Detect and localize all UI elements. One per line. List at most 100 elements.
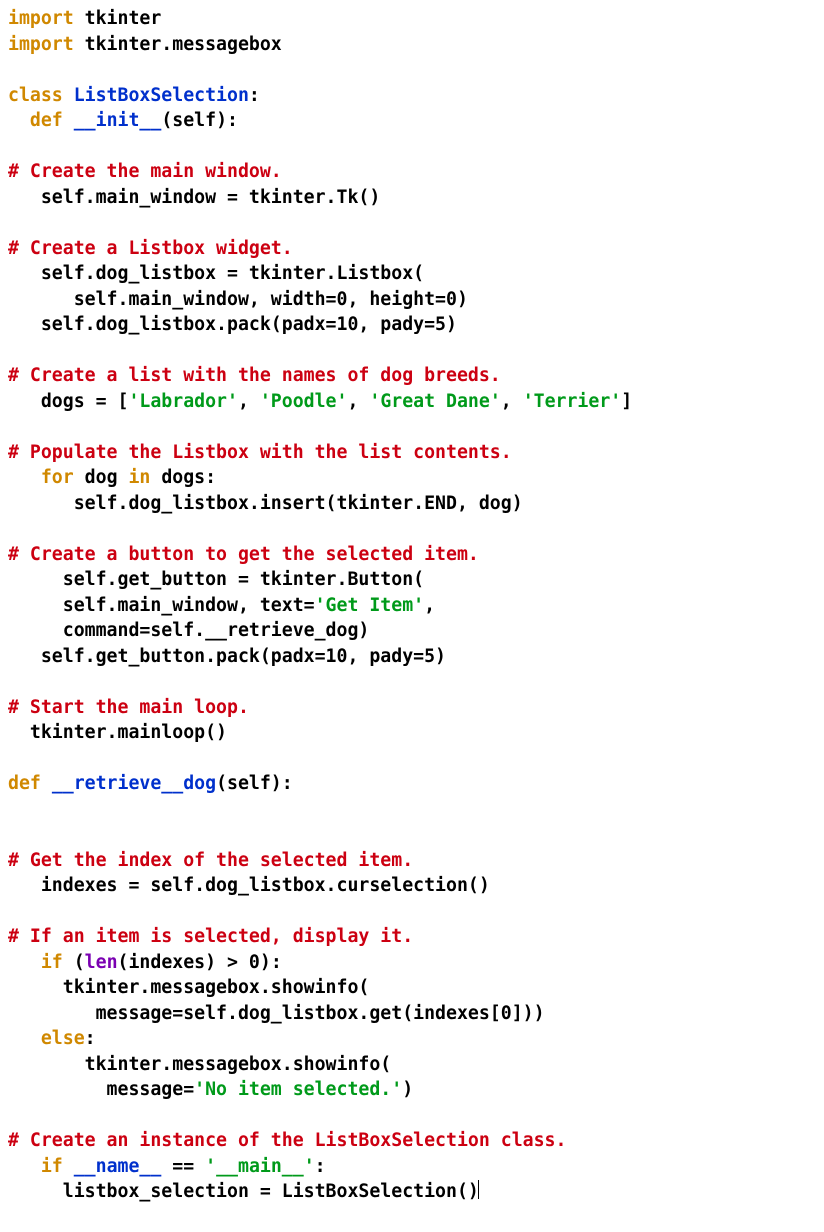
code-token: '__main__' (205, 1156, 315, 1177)
code-token: (indexes) > 0): (118, 952, 282, 973)
code-line: # Create a button to get the selected it… (8, 544, 479, 565)
code-token: 'Labrador' (128, 391, 238, 412)
code-line: # Populate the Listbox with the list con… (8, 442, 512, 463)
code-token: __init__ (74, 110, 162, 131)
code-token (8, 1028, 41, 1049)
code-token: 'Terrier' (523, 391, 622, 412)
code-token: : (249, 85, 260, 106)
code-token: : (315, 1156, 326, 1177)
code-token: # Populate the Listbox with the list con… (8, 442, 512, 463)
code-token: self.dog_listbox.pack(padx=10, pady=5) (8, 314, 457, 335)
code-line: self.main_window, text='Get Item', (8, 595, 435, 616)
code-token (8, 467, 41, 488)
code-line: # Create a Listbox widget. (8, 238, 293, 259)
code-line: class ListBoxSelection: (8, 85, 260, 106)
code-token: , (347, 391, 369, 412)
code-token (41, 773, 52, 794)
code-line: self.get_button = tkinter.Button( (8, 569, 424, 590)
code-line: # If an item is selected, display it. (8, 926, 413, 947)
code-line: self.main_window, width=0, height=0) (8, 289, 468, 310)
code-line: self.dog_listbox.insert(tkinter.END, dog… (8, 493, 523, 514)
code-token: for (41, 467, 74, 488)
code-line: tkinter.messagebox.showinfo( (8, 1054, 391, 1075)
code-line: def __init__(self): (8, 110, 238, 131)
code-token: ListBoxSelection (74, 85, 249, 106)
code-token: (self): (161, 110, 238, 131)
code-token (8, 110, 30, 131)
code-line: self.dog_listbox.pack(padx=10, pady=5) (8, 314, 457, 335)
code-token (8, 1156, 41, 1177)
code-token: import (8, 34, 74, 55)
code-token: tkinter (74, 8, 162, 29)
code-line: import tkinter (8, 8, 161, 29)
code-line: self.get_button.pack(padx=10, pady=5) (8, 646, 446, 667)
code-token (63, 85, 74, 106)
code-token: in (128, 467, 150, 488)
code-line: tkinter.messagebox.showinfo( (8, 977, 369, 998)
code-line: listbox_selection = ListBoxSelection() (8, 1181, 479, 1202)
code-token: else (41, 1028, 85, 1049)
code-token: class (8, 85, 63, 106)
code-token: command=self.__retrieve_dog) (8, 620, 369, 641)
code-token: listbox_selection = ListBoxSelection() (8, 1181, 479, 1202)
code-token (8, 952, 41, 973)
code-token: # Create the main window. (8, 161, 282, 182)
code-token: ( (63, 952, 85, 973)
code-token: # If an item is selected, display it. (8, 926, 413, 947)
code-token: message= (8, 1079, 194, 1100)
code-token: self.dog_listbox.insert(tkinter.END, dog… (8, 493, 523, 514)
code-token: def (30, 110, 63, 131)
code-token: dogs: (150, 467, 216, 488)
text-cursor (478, 1180, 479, 1199)
code-line: def __retrieve__dog(self): (8, 773, 293, 794)
code-token: , (238, 391, 260, 412)
code-token: 'No item selected.' (194, 1079, 402, 1100)
code-token: tkinter.messagebox (74, 34, 282, 55)
code-token: (self): (216, 773, 293, 794)
code-token (63, 110, 74, 131)
code-token: : (85, 1028, 96, 1049)
code-token (63, 1156, 74, 1177)
code-token: # Start the main loop. (8, 697, 249, 718)
code-line: if __name__ == '__main__': (8, 1156, 326, 1177)
code-token: 'Get Item' (315, 595, 425, 616)
code-token: message=self.dog_listbox.get(indexes[0])… (8, 1003, 545, 1024)
code-token: indexes = self.dog_listbox.curselection(… (8, 875, 490, 896)
code-line: self.dog_listbox = tkinter.Listbox( (8, 263, 424, 284)
code-line: if (len(indexes) > 0): (8, 952, 282, 973)
code-line: command=self.__retrieve_dog) (8, 620, 369, 641)
code-line: for dog in dogs: (8, 467, 216, 488)
code-line: # Get the index of the selected item. (8, 850, 413, 871)
code-line: # Start the main loop. (8, 697, 249, 718)
code-token: __retrieve__dog (52, 773, 216, 794)
code-token: self.main_window = tkinter.Tk() (8, 187, 380, 208)
code-block[interactable]: import tkinter import tkinter.messagebox… (0, 0, 824, 1211)
code-line: else: (8, 1028, 96, 1049)
code-line: message=self.dog_listbox.get(indexes[0])… (8, 1003, 545, 1024)
code-line: tkinter.mainloop() (8, 722, 227, 743)
code-token: self.main_window, text= (8, 595, 315, 616)
code-line: self.main_window = tkinter.Tk() (8, 187, 380, 208)
code-token: def (8, 773, 41, 794)
code-token: self.dog_listbox = tkinter.Listbox( (8, 263, 424, 284)
code-token: # Create an instance of the ListBoxSelec… (8, 1130, 566, 1151)
code-token: tkinter.messagebox.showinfo( (8, 977, 369, 998)
code-line: import tkinter.messagebox (8, 34, 282, 55)
code-line: indexes = self.dog_listbox.curselection(… (8, 875, 490, 896)
code-token: tkinter.mainloop() (8, 722, 227, 743)
code-token: self.main_window, width=0, height=0) (8, 289, 468, 310)
code-line: dogs = ['Labrador', 'Poodle', 'Great Dan… (8, 391, 632, 412)
code-token: 'Great Dane' (369, 391, 500, 412)
code-token: len (85, 952, 118, 973)
code-token: ) (402, 1079, 413, 1100)
code-line: # Create an instance of the ListBoxSelec… (8, 1130, 566, 1151)
code-token: , (501, 391, 523, 412)
code-token: ] (621, 391, 632, 412)
code-token: if (41, 952, 63, 973)
code-line: # Create the main window. (8, 161, 282, 182)
code-token: == (161, 1156, 205, 1177)
code-token: # Get the index of the selected item. (8, 850, 413, 871)
code-token: # Create a Listbox widget. (8, 238, 293, 259)
code-token: # Create a list with the names of dog br… (8, 365, 501, 386)
code-line: # Create a list with the names of dog br… (8, 365, 501, 386)
